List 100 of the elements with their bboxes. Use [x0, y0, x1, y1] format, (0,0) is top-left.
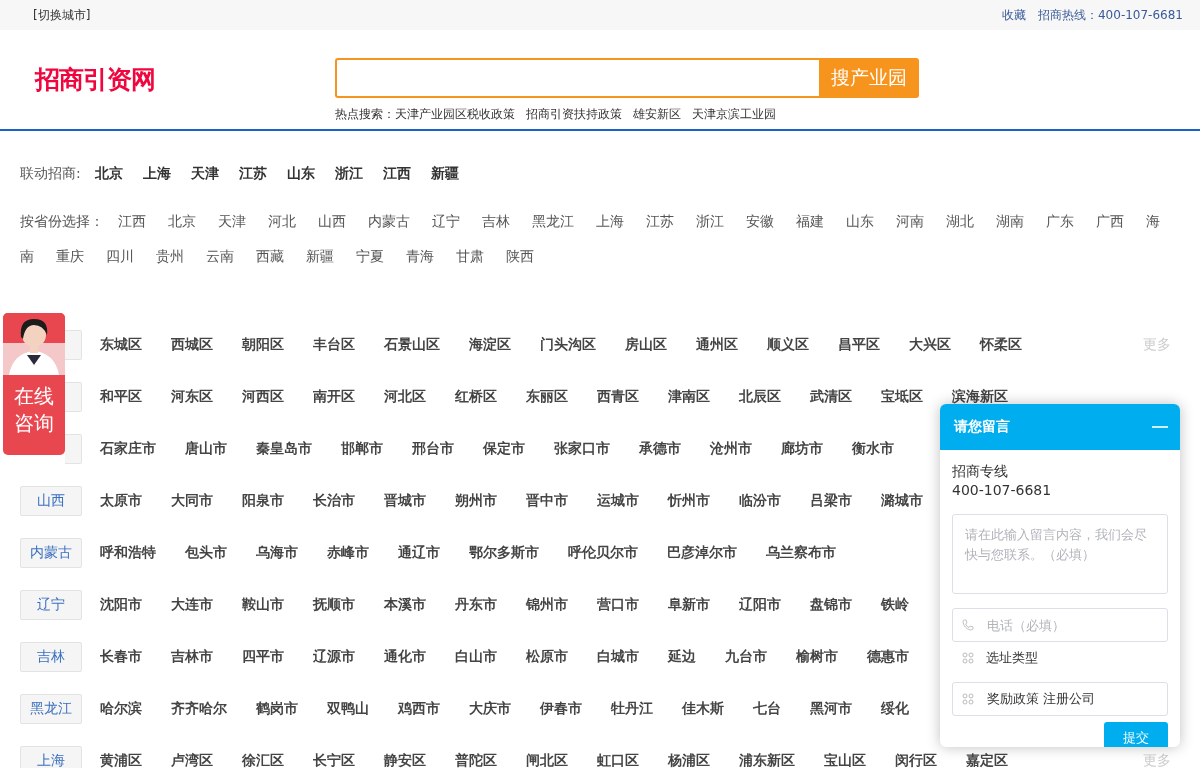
city-link[interactable]: 徐汇区 [242, 752, 284, 768]
province-tag[interactable] [65, 330, 82, 360]
city-link[interactable]: 津南区 [668, 388, 710, 406]
province-tag[interactable] [65, 382, 82, 412]
province-link[interactable]: 上海 [596, 211, 624, 232]
city-link[interactable]: 齐齐哈尔 [171, 700, 227, 718]
province-link[interactable]: 浙江 [696, 211, 724, 232]
hot-search-link[interactable]: 天津京滨工业园 [692, 106, 776, 123]
city-link[interactable]: 赤峰市 [327, 544, 369, 562]
city-link[interactable]: 白山市 [455, 648, 497, 666]
province-tag[interactable] [65, 434, 82, 464]
city-link[interactable]: 闵行区 [895, 752, 937, 768]
city-link[interactable]: 宝山区 [824, 752, 866, 768]
city-link[interactable]: 西青区 [597, 388, 639, 406]
province-tag[interactable]: 吉林 [20, 642, 82, 672]
city-link[interactable]: 和平区 [100, 388, 142, 406]
city-link[interactable]: 大连市 [171, 596, 213, 614]
city-link[interactable]: 长宁区 [313, 752, 355, 768]
city-link[interactable]: 松原市 [526, 648, 568, 666]
city-link[interactable]: 延边 [668, 648, 696, 666]
city-link[interactable]: 七台 [753, 700, 781, 718]
province-link[interactable]: 西藏 [256, 246, 284, 267]
city-link[interactable]: 武清区 [810, 388, 852, 406]
city-link[interactable]: 白城市 [597, 648, 639, 666]
province-link[interactable]: 吉林 [482, 211, 510, 232]
type-field[interactable]: 奖励政策 注册公司 [952, 682, 1168, 716]
city-link[interactable]: 黄浦区 [100, 752, 142, 768]
region-link[interactable]: 上海 [142, 165, 171, 183]
city-link[interactable]: 闸北区 [526, 752, 568, 768]
city-link[interactable]: 榆树市 [796, 648, 838, 666]
city-link[interactable]: 绥化 [881, 700, 909, 718]
province-link[interactable]: 河北 [268, 211, 296, 232]
city-link[interactable]: 东丽区 [526, 388, 568, 406]
city-link[interactable]: 石景山区 [384, 336, 440, 354]
province-link[interactable]: 云南 [206, 246, 234, 267]
province-link[interactable]: 北京 [168, 211, 196, 232]
province-tag[interactable]: 山西 [20, 486, 82, 516]
city-link[interactable]: 通辽市 [398, 544, 440, 562]
city-link[interactable]: 抚顺市 [313, 596, 355, 614]
consult-label[interactable]: 在线咨询 [13, 383, 55, 437]
city-link[interactable]: 哈尔滨 [100, 700, 142, 718]
city-link[interactable]: 海淀区 [469, 336, 511, 354]
city-link[interactable]: 吉林市 [171, 648, 213, 666]
search-field[interactable] [335, 58, 819, 98]
province-link[interactable]: 重庆 [56, 246, 84, 267]
city-link[interactable]: 河东区 [171, 388, 213, 406]
city-link[interactable]: 唐山市 [185, 440, 227, 458]
city-link[interactable]: 长治市 [313, 492, 355, 510]
city-link[interactable]: 呼和浩特 [100, 544, 156, 562]
hot-search-link[interactable]: 招商引资扶持政策 [526, 106, 622, 123]
city-link[interactable]: 牡丹江 [611, 700, 653, 718]
city-link[interactable]: 东城区 [100, 336, 142, 354]
province-tag[interactable]: 内蒙古 [20, 538, 82, 568]
city-link[interactable]: 大兴区 [909, 336, 951, 354]
city-link[interactable]: 西城区 [171, 336, 213, 354]
city-link[interactable]: 锦州市 [526, 596, 568, 614]
city-link[interactable]: 双鸭山 [327, 700, 369, 718]
province-link[interactable]: 天津 [218, 211, 246, 232]
city-link[interactable]: 河西区 [242, 388, 284, 406]
city-link[interactable]: 普陀区 [455, 752, 497, 768]
city-link[interactable]: 大同市 [171, 492, 213, 510]
favorite-link[interactable]: 收藏 [1002, 6, 1026, 24]
city-link[interactable]: 本溪市 [384, 596, 426, 614]
province-link[interactable]: 广东 [1046, 211, 1074, 232]
city-link[interactable]: 九台市 [725, 648, 767, 666]
city-link[interactable]: 顺义区 [767, 336, 809, 354]
switch-city-link[interactable]: [切换城市] [33, 6, 91, 24]
province-link[interactable]: 贵州 [156, 246, 184, 267]
province-link[interactable]: 安徽 [746, 211, 774, 232]
province-link[interactable]: 江苏 [646, 211, 674, 232]
city-link[interactable]: 通化市 [384, 648, 426, 666]
province-link[interactable]: 新疆 [306, 246, 334, 267]
city-link[interactable]: 沧州市 [710, 440, 752, 458]
city-link[interactable]: 黑河市 [810, 700, 852, 718]
city-link[interactable]: 鹤岗市 [256, 700, 298, 718]
city-link[interactable]: 太原市 [100, 492, 142, 510]
city-link[interactable]: 宝坻区 [881, 388, 923, 406]
city-link[interactable]: 鄂尔多斯市 [469, 544, 539, 562]
city-link[interactable]: 四平市 [242, 648, 284, 666]
city-link[interactable]: 长春市 [100, 648, 142, 666]
region-link[interactable]: 江苏 [238, 165, 267, 183]
city-link[interactable]: 衡水市 [852, 440, 894, 458]
minimize-icon[interactable] [1152, 425, 1168, 429]
province-link[interactable]: 广西 [1096, 211, 1124, 232]
province-link[interactable]: 河南 [896, 211, 924, 232]
city-link[interactable]: 营口市 [597, 596, 639, 614]
online-consult-badge[interactable]: 在线咨询 [3, 313, 65, 455]
city-link[interactable]: 晋中市 [526, 492, 568, 510]
city-link[interactable]: 虹口区 [597, 752, 639, 768]
city-link[interactable]: 辽源市 [313, 648, 355, 666]
city-link[interactable]: 怀柔区 [980, 336, 1022, 354]
province-link[interactable]: 海 [1146, 211, 1160, 232]
city-link[interactable]: 晋城市 [384, 492, 426, 510]
city-link[interactable]: 卢湾区 [171, 752, 213, 768]
city-link[interactable]: 静安区 [384, 752, 426, 768]
city-link[interactable]: 河北区 [384, 388, 426, 406]
province-link[interactable]: 山东 [846, 211, 874, 232]
city-link[interactable]: 通州区 [696, 336, 738, 354]
city-link[interactable]: 石家庄市 [100, 440, 156, 458]
city-link[interactable]: 阜新市 [668, 596, 710, 614]
